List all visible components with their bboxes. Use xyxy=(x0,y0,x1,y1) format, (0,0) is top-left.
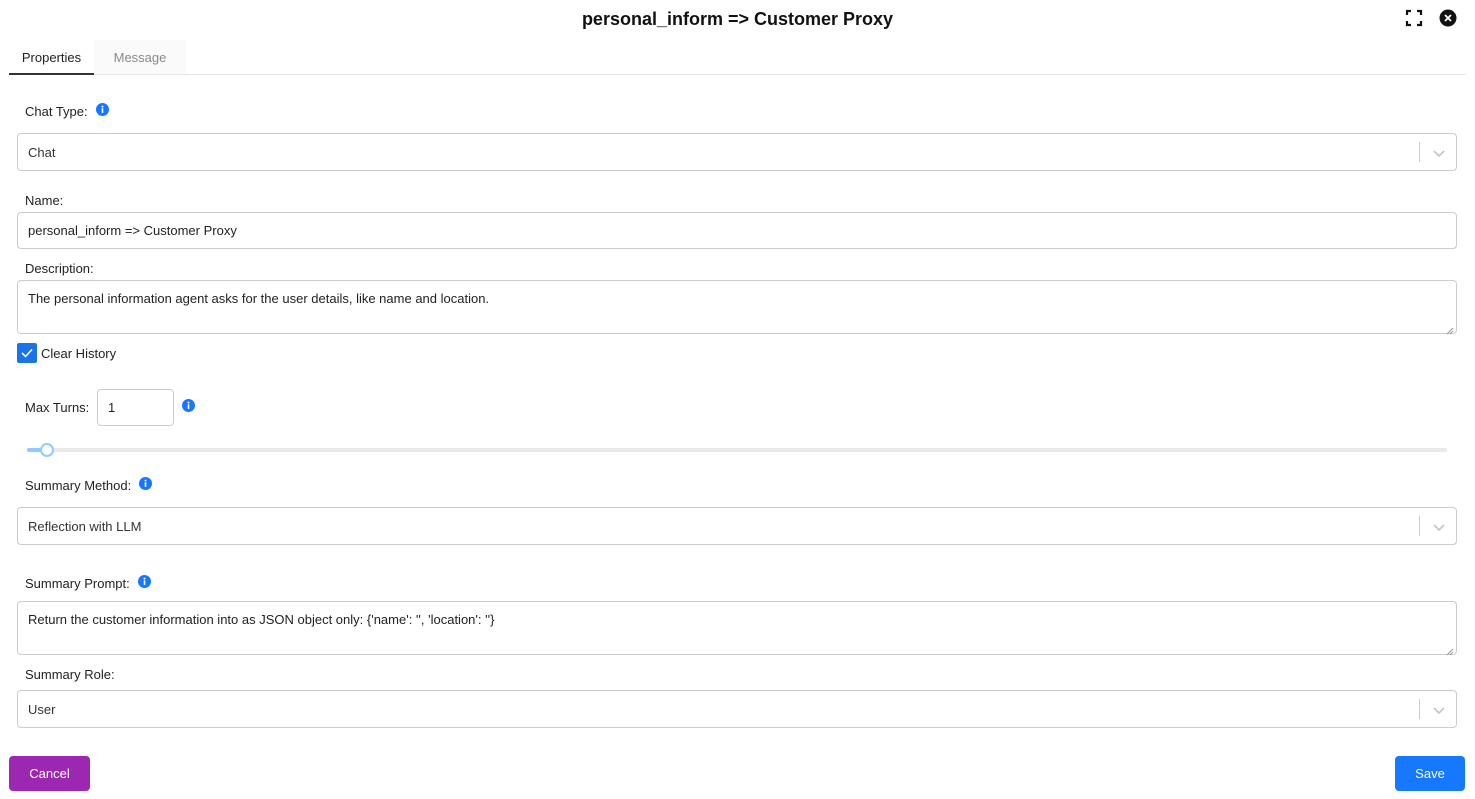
summary-prompt-label: Summary Prompt: xyxy=(25,576,130,591)
name-label: Name: xyxy=(25,193,64,208)
info-icon[interactable] xyxy=(139,477,152,490)
resize-handle-icon[interactable] xyxy=(1446,644,1454,656)
tab-bar: Properties Message xyxy=(9,40,1466,75)
tab-message[interactable]: Message xyxy=(94,40,186,75)
fullscreen-icon[interactable] xyxy=(1405,9,1423,27)
select-divider xyxy=(1419,142,1420,162)
dialog-title: personal_inform => Customer Proxy xyxy=(581,9,894,29)
summary-method-label: Summary Method: xyxy=(25,478,132,493)
clear-history-label[interactable]: Clear History xyxy=(41,346,116,361)
summary-role-value: User xyxy=(28,702,56,717)
max-turns-slider[interactable] xyxy=(27,448,1447,452)
max-turns-input[interactable]: 1 xyxy=(97,389,174,426)
info-icon[interactable] xyxy=(182,399,195,412)
chat-type-label: Chat Type: xyxy=(25,104,88,119)
slider-fill xyxy=(27,448,41,452)
select-divider xyxy=(1419,516,1420,536)
chevron-down-icon[interactable] xyxy=(1432,520,1446,534)
max-turns-label: Max Turns: xyxy=(25,400,90,415)
chat-type-select[interactable]: Chat xyxy=(17,133,1457,171)
chevron-down-icon[interactable] xyxy=(1432,146,1446,160)
info-icon[interactable] xyxy=(138,575,151,588)
resize-handle-icon[interactable] xyxy=(1446,323,1454,335)
cancel-button[interactable]: Cancel xyxy=(9,756,90,791)
close-icon[interactable] xyxy=(1439,9,1457,27)
summary-method-select[interactable]: Reflection with LLM xyxy=(17,507,1457,545)
summary-method-value: Reflection with LLM xyxy=(28,519,142,534)
name-input[interactable]: personal_inform => Customer Proxy xyxy=(17,212,1457,249)
save-button[interactable]: Save xyxy=(1395,756,1465,791)
summary-prompt-value: Return the customer information into as … xyxy=(28,612,495,627)
slider-handle[interactable] xyxy=(40,443,54,457)
select-divider xyxy=(1419,699,1420,719)
summary-prompt-textarea[interactable]: Return the customer information into as … xyxy=(17,601,1457,656)
info-icon[interactable] xyxy=(96,103,109,116)
description-label: Description: xyxy=(25,261,94,276)
edit-chat-dialog: personal_inform => Customer Proxy Proper… xyxy=(0,0,1475,799)
chat-type-value: Chat xyxy=(28,145,56,160)
description-value: The personal information agent asks for … xyxy=(28,291,490,306)
tab-properties[interactable]: Properties xyxy=(9,40,94,75)
summary-role-select[interactable]: User xyxy=(17,690,1457,728)
clear-history-checkbox[interactable] xyxy=(17,343,37,363)
description-textarea[interactable]: The personal information agent asks for … xyxy=(17,280,1457,335)
chevron-down-icon[interactable] xyxy=(1432,703,1446,717)
check-icon xyxy=(21,348,33,358)
summary-role-label: Summary Role: xyxy=(25,667,115,682)
